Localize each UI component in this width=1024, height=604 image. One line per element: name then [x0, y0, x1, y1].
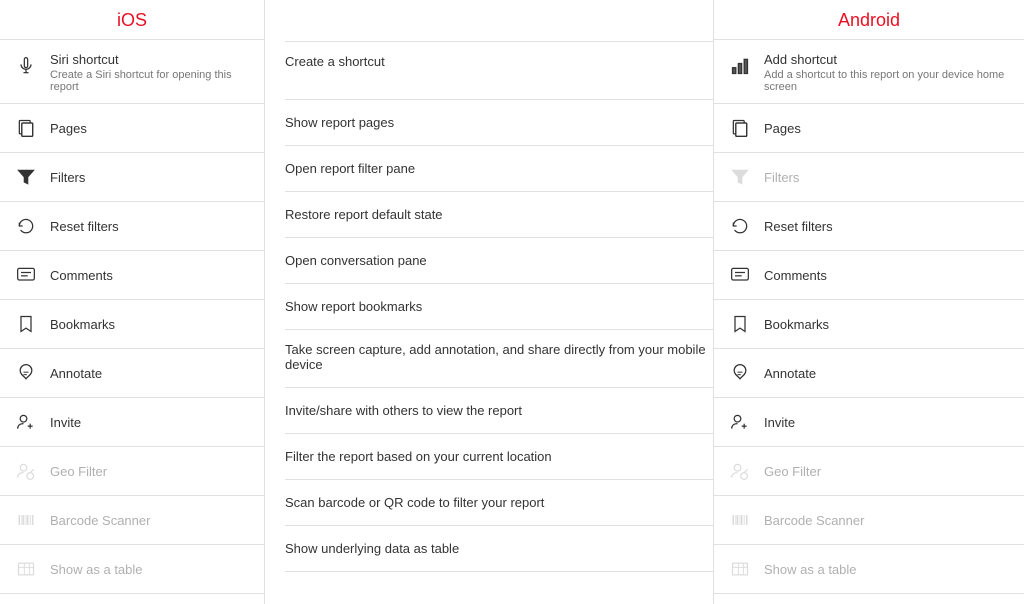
- ios-item-geo-filter: Geo Filter: [0, 447, 264, 496]
- android-invite-icon: [726, 408, 754, 436]
- ios-item-filters[interactable]: Filters: [0, 153, 264, 202]
- android-header: Android: [714, 0, 1024, 40]
- android-item-geo-filter: Geo Filter: [714, 447, 1024, 496]
- ios-item-barcode-scanner: Barcode Scanner: [0, 496, 264, 545]
- ios-show-as-table-label: Show as a table: [50, 562, 143, 577]
- android-annotate-icon: [726, 359, 754, 387]
- android-pages-icon: [726, 114, 754, 142]
- ios-invite-label: Invite: [50, 415, 81, 430]
- android-item-annotate[interactable]: Annotate: [714, 349, 1024, 398]
- desc-show-bookmarks: Show report bookmarks: [285, 284, 713, 330]
- chart-icon: [726, 52, 754, 80]
- ios-header: iOS: [0, 0, 264, 40]
- siri-icon: [12, 52, 40, 80]
- android-filter-icon: [726, 163, 754, 191]
- desc-show-pages: Show report pages: [285, 100, 713, 146]
- android-reset-filters-label: Reset filters: [764, 219, 833, 234]
- ios-filters-label: Filters: [50, 170, 85, 185]
- android-item-bookmarks[interactable]: Bookmarks: [714, 300, 1024, 349]
- ios-annotate-label: Annotate: [50, 366, 102, 381]
- android-item-comments[interactable]: Comments: [714, 251, 1024, 300]
- main-container: iOS Siri shortcut Create a Siri shortcut…: [0, 0, 1024, 604]
- android-item-invite[interactable]: Invite: [714, 398, 1024, 447]
- android-bookmarks-icon: [726, 310, 754, 338]
- android-panel: Android Add shortcut Add a shortcut to t…: [714, 0, 1024, 604]
- reset-icon: [12, 212, 40, 240]
- ios-item-bookmarks[interactable]: Bookmarks: [0, 300, 264, 349]
- android-table-icon: [726, 555, 754, 583]
- ios-item-comments[interactable]: Comments: [0, 251, 264, 300]
- desc-invite: Invite/share with others to view the rep…: [285, 388, 713, 434]
- ios-item-reset-filters[interactable]: Reset filters: [0, 202, 264, 251]
- ios-reset-filters-label: Reset filters: [50, 219, 119, 234]
- middle-panel: Create a shortcut Show report pages Open…: [265, 0, 714, 604]
- siri-shortcut-label: Siri shortcut: [50, 52, 252, 67]
- android-geo-icon: [726, 457, 754, 485]
- siri-shortcut-sublabel: Create a Siri shortcut for opening this …: [50, 69, 252, 93]
- desc-geo: Filter the report based on your current …: [285, 434, 713, 480]
- android-invite-label: Invite: [764, 415, 795, 430]
- android-item-add-shortcut[interactable]: Add shortcut Add a shortcut to this repo…: [714, 40, 1024, 104]
- ios-panel: iOS Siri shortcut Create a Siri shortcut…: [0, 0, 265, 604]
- invite-icon: [12, 408, 40, 436]
- desc-restore-default: Restore report default state: [285, 192, 713, 238]
- ios-bookmarks-label: Bookmarks: [50, 317, 115, 332]
- annotate-icon: [12, 359, 40, 387]
- android-comments-icon: [726, 261, 754, 289]
- android-add-shortcut-label: Add shortcut: [764, 52, 1012, 67]
- android-pages-label: Pages: [764, 121, 801, 136]
- ios-item-show-as-table: Show as a table: [0, 545, 264, 594]
- android-show-as-table-label: Show as a table: [764, 562, 857, 577]
- android-geo-filter-label: Geo Filter: [764, 464, 821, 479]
- desc-conversation-pane: Open conversation pane: [285, 238, 713, 284]
- ios-item-annotate[interactable]: Annotate: [0, 349, 264, 398]
- desc-table: Show underlying data as table: [285, 526, 713, 572]
- bookmarks-icon: [12, 310, 40, 338]
- ios-item-pages[interactable]: Pages: [0, 104, 264, 153]
- android-item-filters: Filters: [714, 153, 1024, 202]
- pages-icon: [12, 114, 40, 142]
- android-reset-icon: [726, 212, 754, 240]
- ios-item-invite[interactable]: Invite: [0, 398, 264, 447]
- android-item-pages[interactable]: Pages: [714, 104, 1024, 153]
- desc-filter-pane: Open report filter pane: [285, 146, 713, 192]
- android-bookmarks-label: Bookmarks: [764, 317, 829, 332]
- ios-pages-label: Pages: [50, 121, 87, 136]
- desc-create-shortcut: Create a shortcut: [285, 42, 713, 100]
- android-item-show-as-table: Show as a table: [714, 545, 1024, 594]
- geo-icon: [12, 457, 40, 485]
- ios-geo-filter-label: Geo Filter: [50, 464, 107, 479]
- ios-barcode-scanner-label: Barcode Scanner: [50, 513, 150, 528]
- siri-shortcut-label-group: Siri shortcut Create a Siri shortcut for…: [50, 52, 252, 93]
- comments-icon: [12, 261, 40, 289]
- barcode-icon: [12, 506, 40, 534]
- android-filters-label: Filters: [764, 170, 799, 185]
- android-add-shortcut-sublabel: Add a shortcut to this report on your de…: [764, 69, 1012, 93]
- filter-icon: [12, 163, 40, 191]
- ios-item-siri-shortcut[interactable]: Siri shortcut Create a Siri shortcut for…: [0, 40, 264, 104]
- android-annotate-label: Annotate: [764, 366, 816, 381]
- android-comments-label: Comments: [764, 268, 827, 283]
- android-item-reset-filters[interactable]: Reset filters: [714, 202, 1024, 251]
- android-item-barcode-scanner: Barcode Scanner: [714, 496, 1024, 545]
- ios-comments-label: Comments: [50, 268, 113, 283]
- android-barcode-icon: [726, 506, 754, 534]
- add-shortcut-label-group: Add shortcut Add a shortcut to this repo…: [764, 52, 1012, 93]
- middle-header-spacer: [285, 0, 713, 42]
- desc-annotate: Take screen capture, add annotation, and…: [285, 330, 713, 388]
- table-icon: [12, 555, 40, 583]
- desc-barcode: Scan barcode or QR code to filter your r…: [285, 480, 713, 526]
- android-barcode-scanner-label: Barcode Scanner: [764, 513, 864, 528]
